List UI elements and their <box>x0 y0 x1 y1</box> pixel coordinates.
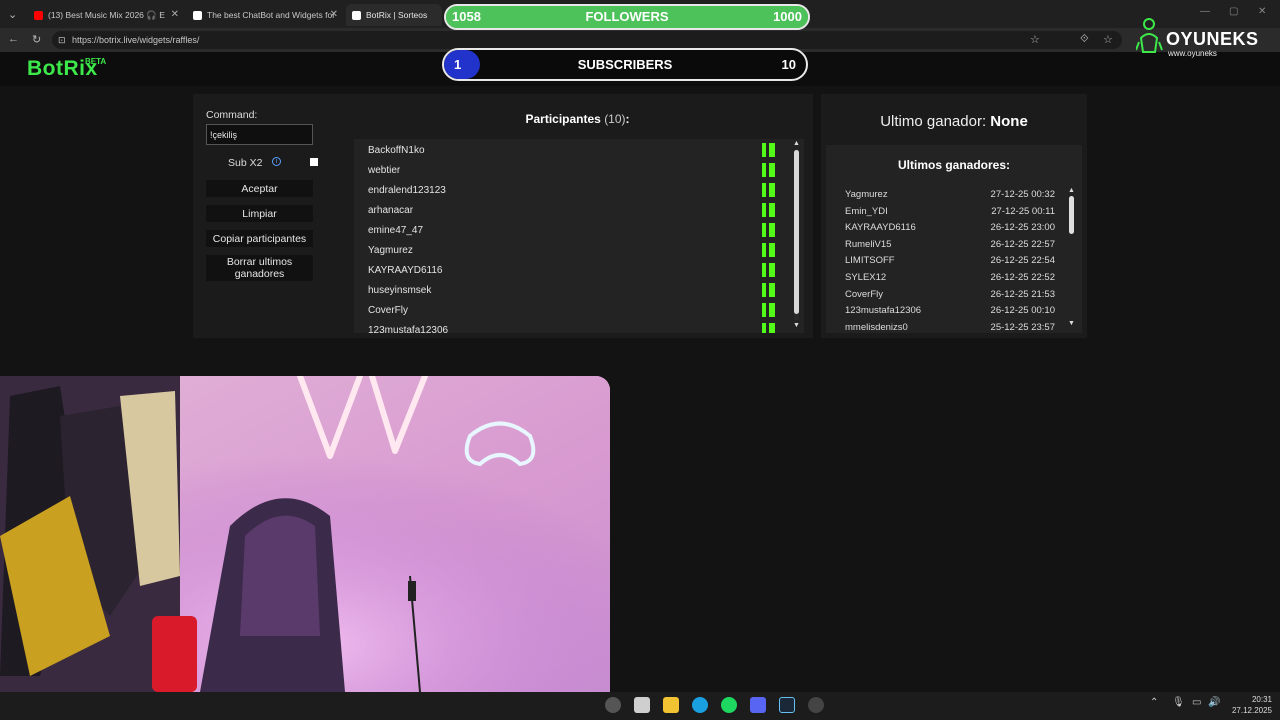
volume-icon[interactable]: 🔊 <box>1208 697 1220 708</box>
winner-name: LIMITSOFF <box>845 255 895 267</box>
winner-name: RumeliV15 <box>845 238 892 250</box>
oyuneks-brand-name: OYUNEKS <box>1166 29 1259 49</box>
winner-date: 26-12-25 00:10 <box>990 305 1055 317</box>
subscribers-goal-bar: 1 SUBSCRIBERS 10 <box>442 48 808 81</box>
winner-row: RumeliV15 26-12-25 22:57 <box>845 239 1055 255</box>
winner-row: Yagmurez 27-12-25 00:32 <box>845 189 1055 205</box>
display-icon[interactable]: ▭ <box>1192 697 1201 708</box>
scroll-up-icon[interactable]: ▲ <box>1068 187 1075 194</box>
winner-name: 123mustafa12306 <box>845 305 922 317</box>
weather-icon[interactable] <box>605 697 621 713</box>
discord-icon[interactable] <box>750 697 766 713</box>
oyuneks-brand-site: www.oyuneks <box>1168 49 1217 58</box>
app-icon[interactable] <box>808 697 824 713</box>
winner-date: 27-12-25 00:32 <box>990 189 1055 200</box>
subscribers-goal: 10 <box>781 57 796 72</box>
winner-name: Yagmurez <box>845 189 888 200</box>
webcam-feed <box>0 376 610 692</box>
winner-date: 26-12-25 21:53 <box>990 288 1055 300</box>
subscribers-label: SUBSCRIBERS <box>577 57 673 72</box>
steam-icon[interactable] <box>779 697 795 713</box>
winner-date: 26-12-25 22:52 <box>990 272 1055 283</box>
webcam-image <box>0 376 610 692</box>
winner-row: CoverFly 26-12-25 21:53 <box>845 289 1055 305</box>
microphone-icon[interactable]: 🎙 <box>1172 697 1185 708</box>
winner-row: 123mustafa12306 26-12-25 00:10 <box>845 305 1055 321</box>
winner-name: Emin_YDI <box>845 205 888 217</box>
winners-scroll-thumb[interactable] <box>1069 196 1074 234</box>
winner-name: KAYRAAYD6116 <box>845 222 916 234</box>
edge-icon[interactable] <box>692 697 708 713</box>
winner-name: CoverFly <box>845 288 884 300</box>
followers-goal: 1000 <box>773 9 802 24</box>
winner-row: mmelisdenizs0 25-12-25 23:57 <box>845 322 1055 333</box>
scroll-down-icon[interactable]: ▼ <box>1068 320 1075 327</box>
winner-date: 26-12-25 23:00 <box>990 222 1055 234</box>
winner-name: SYLEX12 <box>845 272 887 283</box>
winner-date: 26-12-25 22:54 <box>990 255 1055 267</box>
winner-date: 25-12-25 23:57 <box>990 321 1055 333</box>
winner-date: 27-12-25 00:11 <box>991 205 1055 217</box>
tray-chevron-icon[interactable]: ⌃ <box>1150 697 1158 708</box>
winner-row: Emin_YDI 27-12-25 00:11 <box>845 206 1055 222</box>
winner-date: 26-12-25 22:57 <box>990 238 1055 250</box>
followers-goal-bar: 1058 FOLLOWERS 1000 <box>444 4 810 30</box>
winner-row: LIMITSOFF 26-12-25 22:54 <box>845 255 1055 271</box>
file-explorer-icon[interactable] <box>663 697 679 713</box>
spotify-icon[interactable] <box>721 697 737 713</box>
task-view-icon[interactable] <box>634 697 650 713</box>
followers-label: FOLLOWERS <box>585 9 669 24</box>
winner-name: mmelisdenizs0 <box>845 321 908 333</box>
winner-row: KAYRAAYD6116 26-12-25 23:00 <box>845 222 1055 238</box>
system-clock[interactable]: 20:31 27.12.2025 <box>1222 694 1272 716</box>
winner-row: SYLEX12 26-12-25 22:52 <box>845 272 1055 288</box>
